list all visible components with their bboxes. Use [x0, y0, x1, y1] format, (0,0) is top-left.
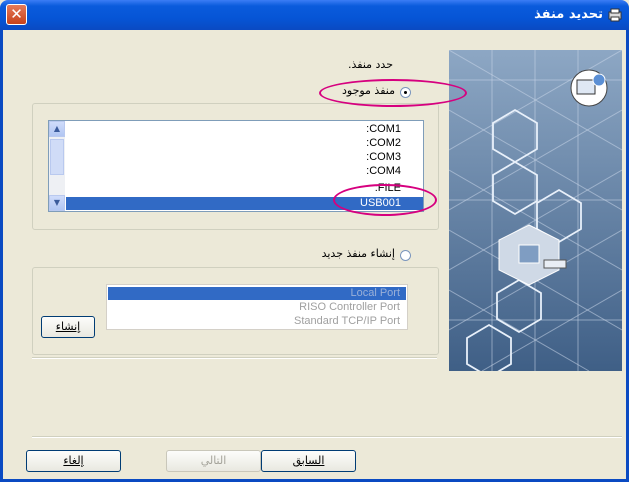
list-item[interactable]: :COM3	[66, 151, 423, 164]
list-item[interactable]: :COM4	[66, 165, 423, 178]
close-button[interactable]: ✕	[6, 4, 27, 25]
list-item[interactable]: Standard TCP/IP Port	[108, 315, 406, 328]
back-button[interactable]: السابق	[261, 450, 356, 472]
window-title: تحديد منفذ	[534, 7, 603, 22]
create-button-label: إنشاء	[55, 320, 81, 333]
list-item[interactable]: :COM2	[66, 137, 423, 150]
scroll-up-icon[interactable]: ▲	[49, 121, 65, 137]
close-icon: ✕	[10, 5, 23, 23]
divider	[32, 357, 437, 359]
list-item-selected[interactable]: Local Port	[108, 287, 406, 300]
back-button-label: السابق	[292, 454, 325, 467]
create-button[interactable]: إنشاء	[41, 316, 95, 338]
window-frame-left	[0, 30, 3, 482]
new-port-label[interactable]: إنشاء منفذ جديد	[322, 247, 395, 260]
cancel-button[interactable]: إلغاء	[26, 450, 121, 472]
list-item[interactable]: RISO Controller Port	[108, 301, 406, 314]
next-button[interactable]: التالي	[166, 450, 261, 472]
divider	[32, 436, 622, 438]
next-button-label: التالي	[200, 454, 227, 467]
highlight-oval	[333, 184, 437, 216]
port-list-scrollbar[interactable]: ▲ ▼	[49, 121, 65, 211]
list-item[interactable]: :COM1	[66, 123, 423, 136]
printer-port-icon	[608, 8, 622, 22]
cancel-button-label: إلغاء	[63, 454, 84, 467]
port-type-list[interactable]: Local Port RISO Controller Port Standard…	[106, 284, 408, 330]
new-port-radio[interactable]	[400, 250, 411, 261]
scroll-thumb[interactable]	[50, 139, 64, 175]
scroll-down-icon[interactable]: ▼	[49, 195, 65, 211]
wizard-art-panel	[449, 50, 622, 371]
highlight-oval	[319, 79, 467, 107]
title-bar: ✕ تحديد منفذ	[0, 0, 629, 30]
prompt-text: حدد منفذ.	[347, 58, 393, 71]
wizard-computer-icon	[570, 69, 608, 107]
